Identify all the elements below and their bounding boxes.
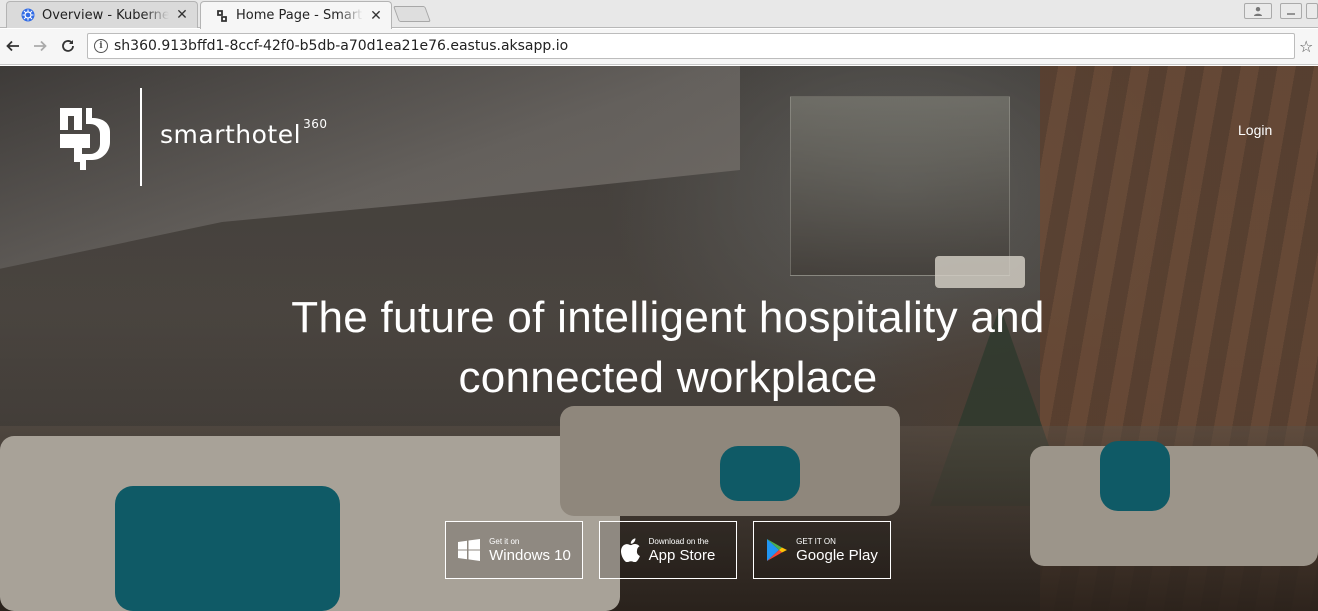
background-sofa <box>1030 446 1318 566</box>
brand-text: smarthotel <box>160 120 302 149</box>
app-store-button[interactable]: Download on the App Store <box>599 521 737 579</box>
info-icon[interactable]: i <box>94 39 108 53</box>
close-icon[interactable]: ✕ <box>369 8 383 24</box>
hero-heading: The future of intelligent hospitality an… <box>0 288 1318 408</box>
reload-icon <box>62 40 74 52</box>
smarthotel-logo-icon <box>60 108 110 170</box>
tab-kubernetes[interactable]: Overview - Kubernetes ✕ <box>6 1 198 28</box>
google-play-button[interactable]: GET IT ON Google Play <box>753 521 891 579</box>
store-small-text: GET IT ON <box>796 536 836 546</box>
store-big-text: Windows 10 <box>489 546 571 564</box>
browser-toolbar: i sh360.913bffd1-8ccf-42f0-b5db-a70d1ea2… <box>0 29 1318 65</box>
smarthotel-icon <box>215 9 229 23</box>
minimize-button[interactable] <box>1280 3 1302 19</box>
apple-icon <box>620 538 641 562</box>
url-text: sh360.913bffd1-8ccf-42f0-b5db-a70d1ea21e… <box>114 38 569 54</box>
bookmark-star-icon[interactable]: ☆ <box>1299 37 1313 56</box>
arrow-right-icon <box>34 40 47 52</box>
forward-button[interactable] <box>29 35 51 57</box>
reload-button[interactable] <box>57 35 79 57</box>
close-icon[interactable]: ✕ <box>175 7 189 23</box>
background-pillow <box>1100 441 1170 511</box>
new-tab-button[interactable] <box>393 6 431 22</box>
background-lamp <box>935 256 1025 288</box>
tab-title: Overview - Kubernetes <box>42 7 169 23</box>
profile-button[interactable] <box>1244 3 1272 19</box>
tab-title: Home Page - SmartHotel360 <box>236 8 363 23</box>
hero-section: smarthotel 360 Login The future of intell… <box>0 66 1318 611</box>
address-bar[interactable]: i sh360.913bffd1-8ccf-42f0-b5db-a70d1ea2… <box>87 33 1295 59</box>
brand-name: smarthotel 360 <box>160 116 328 149</box>
arrow-left-icon <box>6 40 19 52</box>
store-big-text: App Store <box>648 546 716 564</box>
background-glass-balcony <box>790 96 1010 276</box>
background-pillow <box>720 446 800 501</box>
store-big-text: Google Play <box>796 546 878 564</box>
site-logo[interactable]: smarthotel 360 <box>56 88 327 186</box>
store-small-text: Get it on <box>489 536 520 546</box>
login-link[interactable]: Login <box>1238 122 1272 138</box>
maximize-button[interactable] <box>1306 3 1318 19</box>
hero-line-1: The future of intelligent hospitality an… <box>291 293 1045 342</box>
store-small-text: Download on the <box>648 536 709 546</box>
background-pillow <box>115 486 340 611</box>
back-button[interactable] <box>2 35 24 57</box>
google-play-icon <box>766 538 788 562</box>
tab-smarthotel[interactable]: Home Page - SmartHotel360 ✕ <box>200 1 392 29</box>
kubernetes-icon <box>21 8 35 22</box>
hero-line-2: connected workplace <box>458 353 878 402</box>
tab-strip: Overview - Kubernetes ✕ Home Page - Smar… <box>0 0 1318 29</box>
logo-divider <box>140 88 142 186</box>
windows-store-button[interactable]: Get it on Windows 10 <box>445 521 583 579</box>
windows-icon <box>457 538 481 562</box>
brand-sup: 360 <box>303 116 328 131</box>
